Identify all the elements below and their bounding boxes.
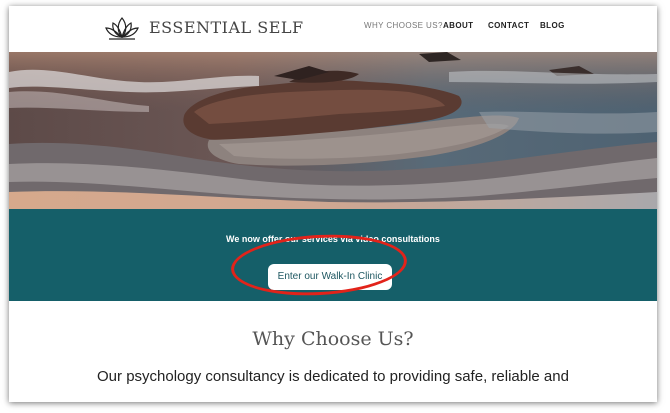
video-consultation-banner: We now offer our services via video cons… (9, 209, 657, 301)
main-nav: WHY CHOOSE US? ABOUT CONTACT BLOG (9, 21, 657, 37)
site-header: ESSENTIAL SELF WHY CHOOSE US? ABOUT CONT… (9, 6, 657, 52)
browser-page: ESSENTIAL SELF WHY CHOOSE US? ABOUT CONT… (9, 6, 657, 402)
hero-image (9, 52, 657, 209)
nav-why-choose-us[interactable]: WHY CHOOSE US? (364, 21, 443, 30)
nav-blog[interactable]: BLOG (540, 21, 565, 30)
nav-contact[interactable]: CONTACT (488, 21, 529, 30)
banner-text: We now offer our services via video cons… (226, 234, 440, 244)
section-title: Why Choose Us? (252, 328, 414, 350)
walk-in-clinic-button[interactable]: Enter our Walk-In Clinic (268, 264, 392, 290)
section-body-text: Our psychology consultancy is dedicated … (97, 368, 569, 385)
nav-about[interactable]: ABOUT (443, 21, 473, 30)
coastal-rocks-photo (9, 52, 657, 209)
